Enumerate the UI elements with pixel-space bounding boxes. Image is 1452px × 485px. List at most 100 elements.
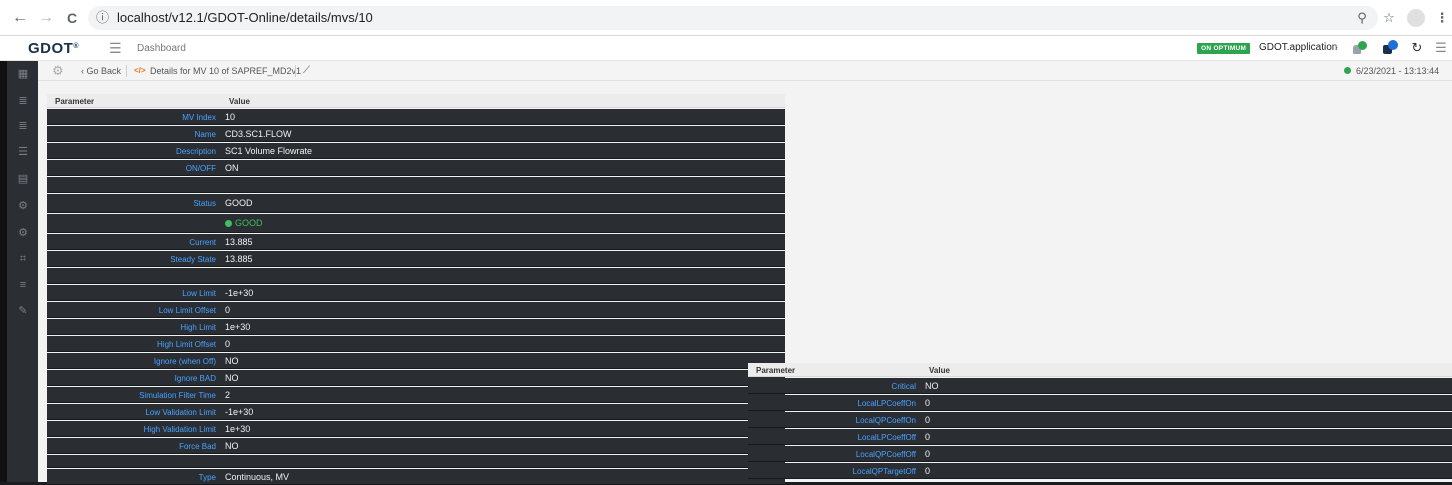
parameter-label: Steady State	[170, 255, 216, 264]
edit-icon[interactable]: ✎	[16, 304, 30, 318]
parameter-label: Ignore BAD	[174, 374, 216, 383]
parameter-label: Low Limit	[182, 289, 216, 298]
registered-mark: ®	[73, 43, 80, 50]
parameter-label: Simulation Filter Time	[139, 391, 216, 400]
forward-arrow-icon[interactable]: →	[36, 8, 56, 28]
table-row: LocalQPTargetOff 0	[748, 463, 1452, 479]
mv-parameter-table: Parameter Value MV Index 10 Name CD3.SC1.FL…	[47, 94, 785, 485]
table-icon[interactable]: ≣	[16, 119, 30, 133]
page-title: Details for MV 10 of SAPREF_MD2v1	[150, 66, 302, 76]
parameter-label: Critical	[891, 382, 916, 391]
parameter-value: 13.885	[225, 254, 253, 264]
parameter-value: 1e+30	[225, 424, 251, 434]
column-header-parameter[interactable]: Parameter	[756, 366, 795, 375]
parameter-label: LocalLPCoeffOn	[857, 399, 916, 408]
hamburger-menu-icon[interactable]: ☰	[109, 40, 122, 57]
table-row: LocalLPCoeffOff 0	[748, 429, 1452, 445]
logo-text: GDOT	[28, 40, 74, 57]
parameter-label: Description	[175, 147, 216, 156]
app-header: GDOT® ☰ Dashboard ON OPTIMUM GDOT.applic…	[0, 36, 1452, 61]
table-header: Parameter Value	[47, 94, 785, 108]
go-back-button[interactable]: ‹ Go Back	[81, 66, 121, 76]
table-row: Ignore (when Off) NO	[47, 353, 785, 369]
parameter-label: High Validation Limit	[143, 425, 216, 434]
list-icon[interactable]: ≣	[16, 94, 30, 108]
code-icon: </>	[134, 66, 146, 75]
parameter-label: High Limit Offset	[157, 340, 216, 349]
back-arrow-icon[interactable]: ←	[10, 8, 30, 28]
parameter-value: 0	[925, 466, 931, 476]
left-sidebar: ▦ ≣ ≣ ☰ ▤ ⚙ ⚙ ⌗ ≡ ✎	[0, 61, 38, 482]
table-header: Parameter Value	[748, 363, 1452, 377]
parameter-value: GOOD	[225, 198, 253, 208]
config-gears-icon[interactable]: ⚙	[16, 226, 30, 240]
parameter-label: LocalLPCoeffOff	[857, 433, 916, 442]
parameter-label: Name	[194, 130, 216, 139]
parameter-value: ON	[225, 163, 239, 173]
bullets-icon[interactable]: ☰	[16, 145, 30, 159]
reload-icon[interactable]: C	[62, 8, 82, 28]
parameter-value: 0	[225, 339, 231, 349]
table-row	[47, 455, 785, 468]
parameter-value: NO	[225, 373, 239, 383]
parameter-label: High Limit	[180, 323, 216, 332]
parameter-value: NO	[925, 381, 939, 391]
parameter-value: -1e+30	[225, 288, 254, 298]
table-row: MV Index 10	[47, 109, 785, 125]
app-menu-icon[interactable]: ☰	[1432, 39, 1450, 57]
coefficient-parameter-table: Parameter Value Critical NO LocalLPCoeffOn…	[748, 363, 1452, 482]
parameter-value: NO	[225, 441, 239, 451]
grid-icon[interactable]: ▦	[16, 67, 30, 81]
table-row: LocalQPCoeffOff 0	[748, 446, 1452, 462]
parameter-value: CD3.SC1.FLOW	[225, 129, 292, 139]
parameter-value: 10	[225, 112, 236, 122]
divider	[295, 65, 296, 77]
parameter-value: NO	[225, 356, 239, 366]
gdot-logo[interactable]: GDOT®	[28, 40, 79, 57]
parameter-value: 2	[225, 390, 231, 400]
url-text[interactable]: localhost/v12.1/GDOT-Online/details/mvs/…	[117, 10, 373, 26]
status-good-dot-icon	[225, 219, 232, 227]
column-header-value[interactable]: Value	[929, 366, 950, 375]
gears-icon[interactable]: ⚙	[52, 63, 64, 78]
settings-gears-icon[interactable]: ⚙	[16, 199, 30, 213]
parameter-label: Low Validation Limit	[145, 408, 216, 417]
browser-toolbar: ← → C ⓘ localhost/v12.1/GDOT-Online/deta…	[0, 0, 1452, 36]
status-indicator: GOOD	[225, 218, 263, 228]
parameter-label: LocalQPCoeffOff	[855, 450, 916, 459]
site-info-icon[interactable]: ⓘ	[96, 10, 109, 26]
parameter-value: Continuous, MV	[225, 472, 290, 482]
table-row: GOOD	[47, 214, 785, 233]
status-text: GOOD	[235, 218, 263, 228]
column-header-value[interactable]: Value	[229, 97, 250, 106]
stack-icon[interactable]: ≡	[16, 278, 30, 292]
parameter-label: Force Bad	[179, 442, 216, 451]
notification-bell-icon[interactable]	[1349, 39, 1367, 57]
details-toolbar: ⚙ ‹ Go Back </> Details for MV 10 of SAP…	[38, 61, 1452, 81]
parameter-label: MV Index	[182, 113, 216, 122]
table-row: LocalQPCoeffOn 0	[748, 412, 1452, 428]
database-icon[interactable]: ▤	[16, 172, 30, 186]
zoom-icon[interactable]: ⚲	[1352, 8, 1372, 28]
parameter-label: LocalQPTargetOff	[852, 467, 916, 476]
parameter-value: 0	[225, 305, 231, 315]
column-header-parameter[interactable]: Parameter	[55, 97, 94, 106]
refresh-icon[interactable]: ↻	[1408, 39, 1426, 57]
trend-chart-icon[interactable]: ⟋	[303, 65, 310, 76]
parameter-label: Status	[193, 199, 216, 208]
dashboard-breadcrumb[interactable]: Dashboard	[137, 43, 186, 54]
bookmark-star-icon[interactable]: ☆	[1379, 8, 1399, 28]
browser-menu-icon[interactable]: ⋮	[1432, 8, 1452, 28]
network-icon[interactable]: ⌗	[16, 252, 30, 266]
parameter-value: 0	[925, 449, 931, 459]
parameter-value: SC1 Volume Flowrate	[225, 146, 313, 156]
application-selector[interactable]: GDOT.application	[1259, 42, 1337, 53]
table-row: Low Validation Limit -1e+30	[47, 404, 785, 420]
last-update-timestamp: 6/23/2021 - 13:13:44	[1356, 66, 1440, 76]
chevron-right-icon[interactable]: ›	[1335, 42, 1338, 52]
alert-flag-icon[interactable]	[1380, 39, 1398, 57]
profile-avatar-icon[interactable]	[1407, 9, 1425, 27]
table-row: Steady State 13.885	[47, 251, 785, 267]
address-bar[interactable]: ⓘ localhost/v12.1/GDOT-Online/details/mv…	[88, 6, 1378, 30]
parameter-label: LocalQPCoeffOn	[855, 416, 916, 425]
